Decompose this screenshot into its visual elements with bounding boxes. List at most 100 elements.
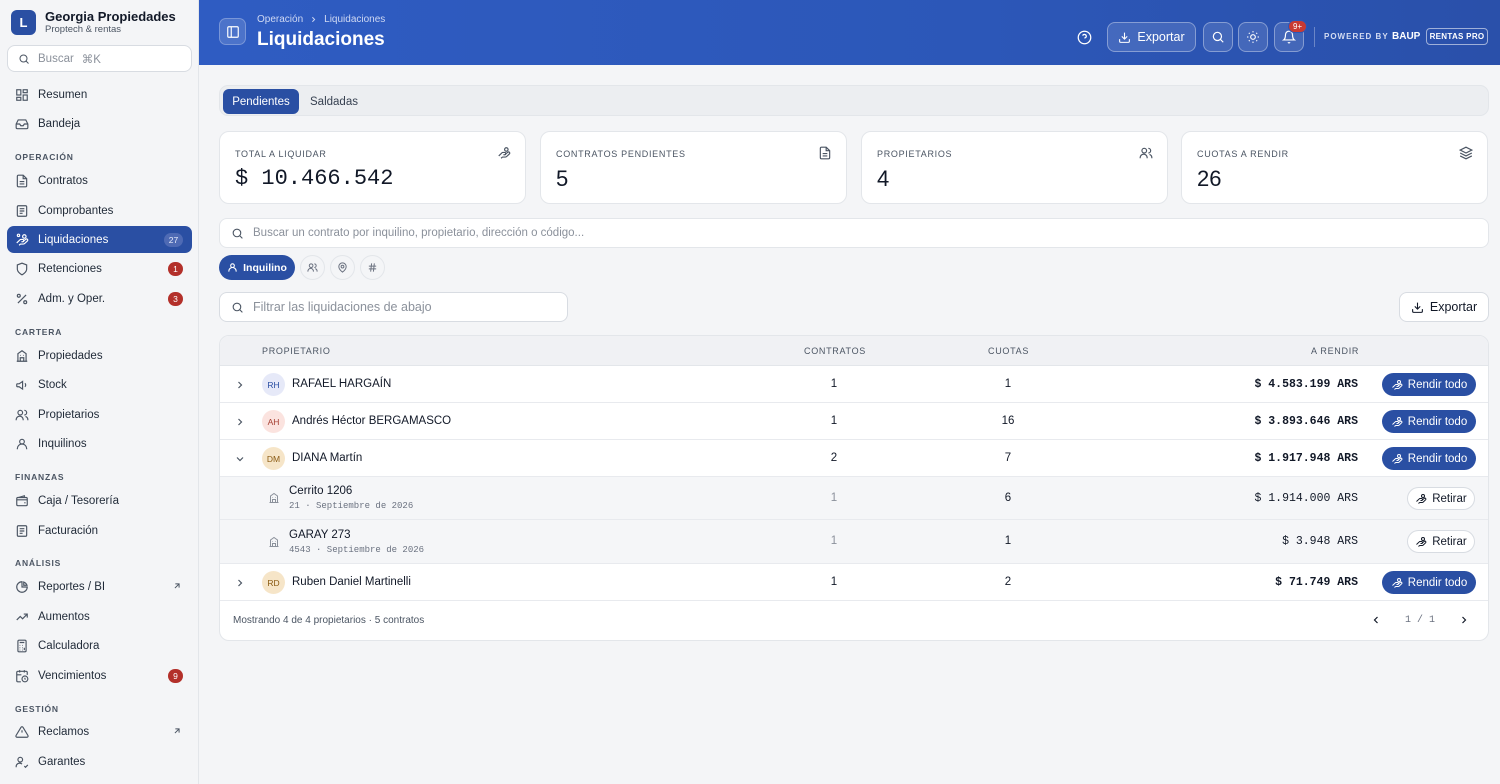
contract-address: Cerrito 1206 [289, 485, 353, 497]
retirar-button[interactable]: Retirar [1407, 487, 1475, 510]
rendir-todo-button[interactable]: Rendir todo [1382, 373, 1476, 396]
stat-value: 5 [556, 166, 569, 191]
sidebar-item-resumen[interactable]: Resumen [7, 81, 192, 108]
sidebar-item-label: Reportes / BI [38, 580, 106, 593]
sidebar-item-aumentos[interactable]: Aumentos [7, 603, 192, 630]
help-icon[interactable] [1077, 30, 1092, 45]
search-button[interactable] [1203, 22, 1233, 52]
button-label: Rendir todo [1407, 415, 1468, 428]
tab-pendientes[interactable]: Pendientes [223, 89, 299, 114]
hand-coins-icon [15, 233, 29, 247]
stat-value: 4 [877, 166, 890, 191]
search-shortcut: ⌘K [81, 53, 101, 66]
chip-inquilino[interactable]: Inquilino [219, 255, 295, 280]
sidebar-item-propiedades[interactable]: Propiedades [7, 342, 192, 369]
sidebar-item-label: Stock [38, 378, 67, 391]
count-badge: 27 [164, 233, 183, 247]
amount: $ 1.917.948 ARS [1254, 452, 1358, 465]
col-header-contratos[interactable]: CONTRATOS [804, 346, 866, 356]
next-page-button[interactable] [1458, 614, 1470, 626]
amount: $ 1.914.000 ARS [1254, 492, 1358, 505]
sidebar-item-reportes[interactable]: Reportes / BI [7, 573, 192, 600]
file-text-icon [15, 174, 29, 188]
chip-propietario[interactable] [300, 255, 325, 280]
sidebar-item-garantes[interactable]: Garantes [7, 748, 192, 775]
chip-codigo[interactable] [360, 255, 385, 280]
retirar-button[interactable]: Retirar [1407, 530, 1475, 553]
contract-meta: 4543 · Septiembre de 2026 [289, 545, 425, 555]
brand-name: Georgia Propiedades [45, 9, 176, 24]
export-button[interactable]: Exportar [1107, 22, 1196, 52]
user-icon [15, 437, 29, 451]
sidebar-item-reclamos[interactable]: Reclamos [7, 718, 192, 745]
stat-label: CUOTAS A RENDIR [1197, 149, 1289, 159]
breadcrumb-current: Liquidaciones [324, 14, 386, 25]
theme-toggle-button[interactable] [1238, 22, 1268, 52]
user-icon [227, 262, 238, 273]
contract-search-input[interactable]: Buscar un contrato por inquilino, propie… [219, 218, 1489, 248]
rendir-todo-button[interactable]: Rendir todo [1382, 447, 1476, 470]
rendir-todo-button[interactable]: Rendir todo [1382, 571, 1476, 594]
sidebar: L Georgia Propiedades Proptech & rentas … [0, 0, 199, 784]
col-header-cuotas[interactable]: CUOTAS [988, 346, 1029, 356]
sidebar-item-vencimientos[interactable]: Vencimientos 9 [7, 662, 192, 689]
chevron-right-icon[interactable] [234, 379, 246, 391]
invoice-icon [15, 524, 29, 538]
chip-direccion[interactable] [330, 255, 355, 280]
brand-subtitle: Proptech & rentas [45, 24, 122, 35]
sidebar-item-label: Propiedades [38, 349, 103, 362]
sidebar-item-bandeja[interactable]: Bandeja [7, 110, 192, 137]
file-text-icon [818, 146, 832, 160]
button-label: Rendir todo [1407, 378, 1468, 391]
tab-saldadas[interactable]: Saldadas [304, 89, 364, 114]
sidebar-item-retenciones[interactable]: Retenciones 1 [7, 255, 192, 282]
sidebar-search-input[interactable]: Buscar ⌘K [7, 45, 192, 72]
rendir-todo-button[interactable]: Rendir todo [1382, 410, 1476, 433]
button-label: Rendir todo [1407, 452, 1468, 465]
chevron-down-icon[interactable] [234, 453, 246, 465]
col-header-a-rendir[interactable]: A RENDIR [1311, 346, 1359, 356]
brand[interactable]: L Georgia Propiedades Proptech & rentas [11, 10, 176, 35]
export-label: Exportar [1429, 300, 1478, 314]
sidebar-toggle-button[interactable] [219, 18, 246, 45]
notification-badge: 9+ [1288, 20, 1307, 33]
hand-coins-icon [1415, 493, 1427, 505]
table-export-button[interactable]: Exportar [1399, 292, 1489, 322]
col-header-propietario[interactable]: PROPIETARIO [262, 346, 331, 356]
sidebar-item-label: Reclamos [38, 725, 90, 738]
sidebar-item-label: Caja / Tesorería [38, 494, 119, 507]
button-label: Retirar [1432, 492, 1467, 505]
nav-section-cartera: CARTERA [15, 327, 63, 337]
table-row[interactable]: AH Andrés Héctor BERGAMASCO 1 16 $ 3.893… [220, 403, 1488, 440]
chevron-right-icon[interactable] [234, 577, 246, 589]
sidebar-item-stock[interactable]: Stock [7, 371, 192, 398]
amount: $ 3.893.646 ARS [1254, 415, 1358, 428]
sidebar-item-facturacion[interactable]: Facturación [7, 517, 192, 544]
stat-label: TOTAL A LIQUIDAR [235, 149, 327, 159]
breadcrumb-parent[interactable]: Operación [257, 14, 303, 25]
sidebar-item-contratos[interactable]: Contratos [7, 167, 192, 194]
sidebar-item-calculadora[interactable]: Calculadora [7, 632, 192, 659]
sidebar-item-comprobantes[interactable]: Comprobantes [7, 197, 192, 224]
chevron-right-icon[interactable] [234, 416, 246, 428]
building-icon [268, 492, 280, 504]
map-pin-icon [337, 262, 348, 273]
hand-coins-icon [497, 146, 511, 160]
sidebar-item-inquilinos[interactable]: Inquilinos [7, 430, 192, 457]
table-header: PROPIETARIO CONTRATOS CUOTAS A RENDIR [220, 336, 1488, 366]
hand-coins-icon [1391, 453, 1403, 465]
table-row[interactable]: RH RAFAEL HARGAÍN 1 1 $ 4.583.199 ARS Re… [220, 366, 1488, 403]
search-icon [231, 227, 244, 240]
megaphone-icon [15, 378, 29, 392]
prev-page-button[interactable] [1370, 614, 1382, 626]
sidebar-item-liquidaciones[interactable]: Liquidaciones 27 [7, 226, 192, 253]
sidebar-item-propietarios[interactable]: Propietarios [7, 401, 192, 428]
sidebar-item-adm-oper[interactable]: Adm. y Oper. 3 [7, 285, 192, 312]
sidebar-item-caja[interactable]: Caja / Tesorería [7, 487, 192, 514]
header-divider [1314, 27, 1315, 47]
table-row[interactable]: DM DIANA Martín 2 7 $ 1.917.948 ARS Rend… [220, 440, 1488, 477]
panel-left-icon [226, 25, 240, 39]
table-row[interactable]: RD Ruben Daniel Martinelli 1 2 $ 71.749 … [220, 564, 1488, 601]
count-badge: 9 [168, 669, 183, 683]
filter-input[interactable]: Filtrar las liquidaciones de abajo [219, 292, 568, 322]
